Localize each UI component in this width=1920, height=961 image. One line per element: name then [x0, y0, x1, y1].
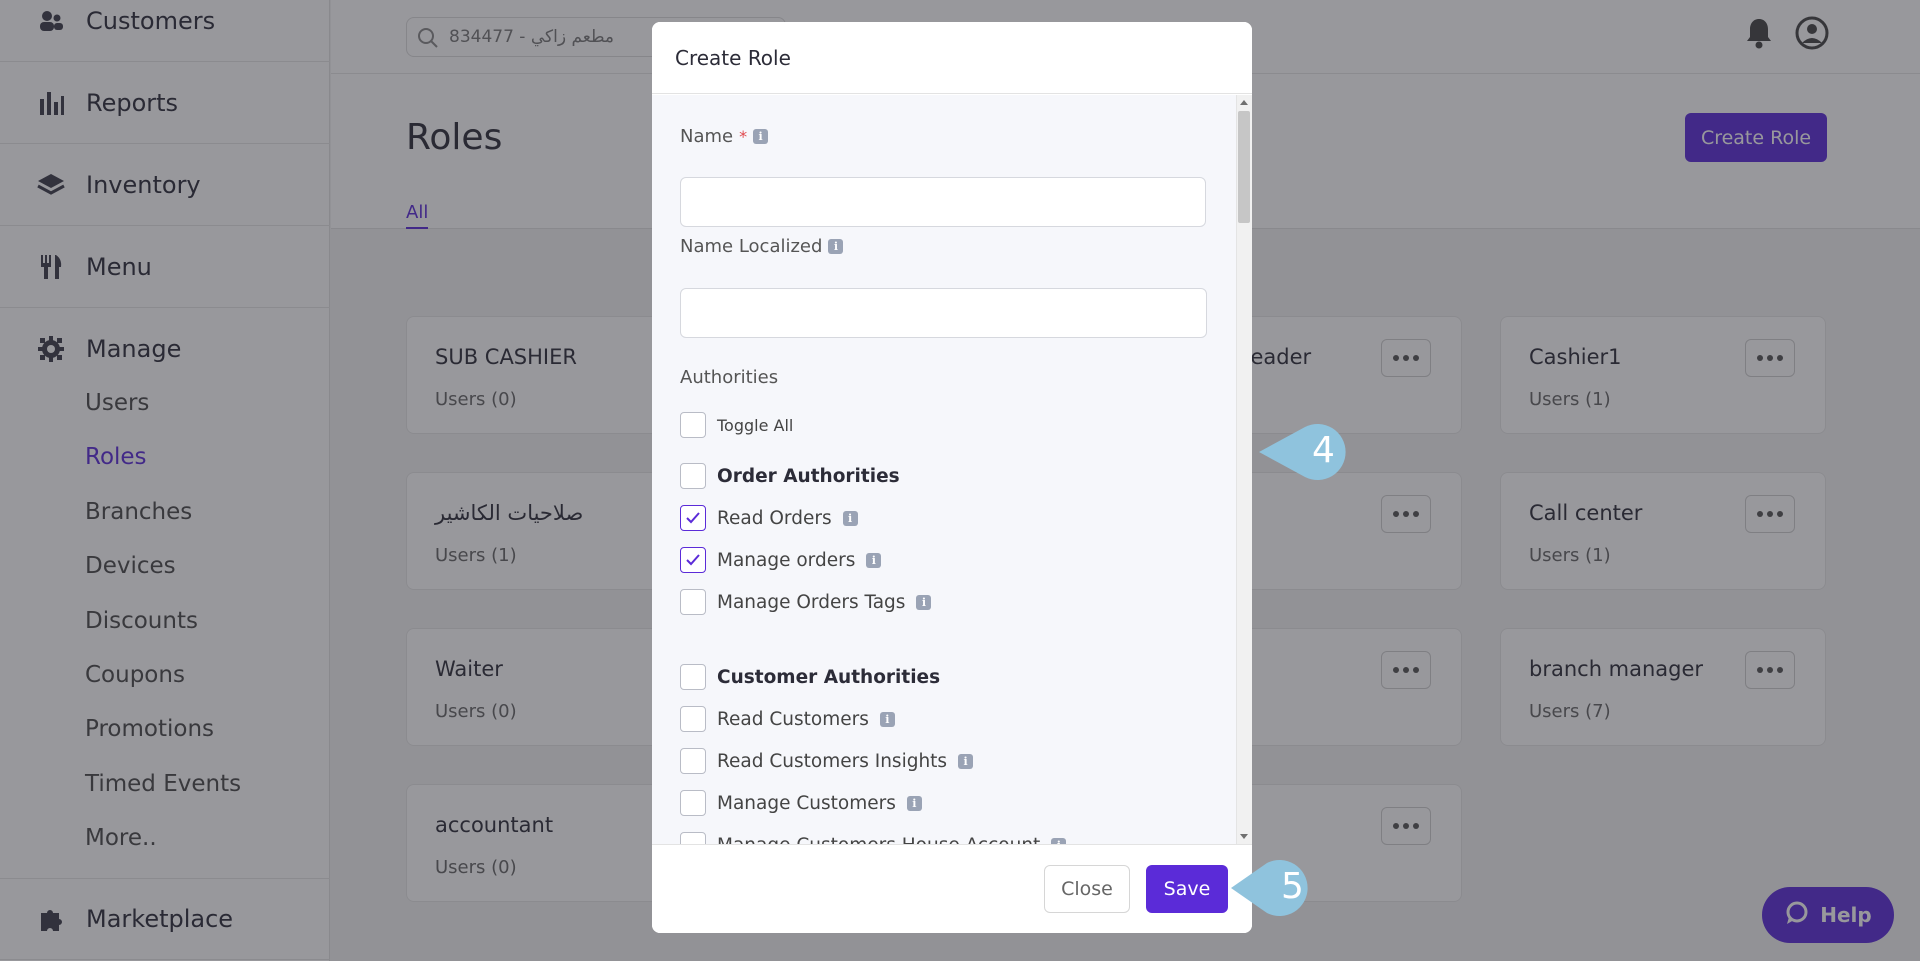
read-orders-checkbox[interactable] — [680, 505, 706, 531]
save-button[interactable]: Save — [1146, 865, 1228, 913]
manage-customers-label: Manage Customers — [717, 792, 896, 814]
read-orders-row[interactable]: Read Orders i — [680, 505, 858, 531]
toggle-all-checkbox[interactable] — [680, 412, 706, 438]
dialog-header: Create Role — [652, 22, 1252, 94]
order-authorities-checkbox[interactable] — [680, 463, 706, 489]
manage-orders-tags-row[interactable]: Manage Orders Tags i — [680, 589, 932, 615]
manage-orders-tags-checkbox[interactable] — [680, 589, 706, 615]
read-customers-label: Read Customers — [717, 708, 869, 730]
checkmark-icon — [686, 554, 700, 566]
name-localized-label-text: Name Localized — [680, 236, 823, 257]
dialog-body: Name * i Name Localized i Authorities To… — [652, 95, 1252, 844]
manage-orders-tags-label: Manage Orders Tags — [717, 591, 906, 613]
required-marker: * — [739, 127, 748, 146]
authorities-label: Authorities — [680, 367, 779, 388]
toggle-all-label: Toggle All — [717, 415, 794, 435]
dialog-footer: Close Save — [652, 844, 1252, 933]
manage-customers-row[interactable]: Manage Customers i — [680, 790, 922, 816]
name-localized-input[interactable] — [680, 288, 1207, 338]
customer-authorities-label: Customer Authorities — [717, 666, 941, 688]
customer-authorities-checkbox[interactable] — [680, 664, 706, 690]
toggle-all-row[interactable]: Toggle All — [680, 412, 793, 438]
name-input[interactable] — [680, 177, 1206, 227]
read-customers-checkbox[interactable] — [680, 706, 706, 732]
close-button[interactable]: Close — [1044, 865, 1130, 913]
step-number: 4 — [1312, 430, 1335, 471]
scroll-up-arrow-icon[interactable] — [1240, 100, 1248, 105]
scrollbar-thumb[interactable] — [1238, 111, 1250, 223]
info-icon[interactable]: i — [753, 129, 769, 144]
step-marker-5: 5 — [1229, 857, 1325, 919]
manage-orders-row[interactable]: Manage orders i — [680, 547, 882, 573]
order-authorities-row[interactable]: Order Authorities — [680, 463, 900, 489]
scroll-down-arrow-icon[interactable] — [1240, 834, 1248, 839]
read-customers-row[interactable]: Read Customers i — [680, 706, 895, 732]
callout-arrow-icon — [1231, 860, 1308, 916]
manage-orders-checkbox[interactable] — [680, 547, 706, 573]
info-icon[interactable]: i — [842, 510, 858, 526]
callout-arrow-icon — [1259, 424, 1346, 480]
name-field-label: Name * i — [680, 126, 769, 147]
step-marker-4: 4 — [1257, 421, 1353, 483]
checkmark-icon — [686, 512, 700, 524]
step-number: 5 — [1281, 866, 1304, 907]
manage-customers-house-account-label: Manage Customers House Account — [717, 835, 1040, 845]
info-icon[interactable]: i — [866, 552, 882, 568]
read-customers-insights-label: Read Customers Insights — [717, 750, 948, 772]
create-role-dialog: Create Role Name * i Name Localized i Au… — [652, 22, 1252, 933]
name-localized-field-label: Name Localized i — [680, 236, 844, 257]
customer-authorities-row[interactable]: Customer Authorities — [680, 664, 940, 690]
info-icon[interactable]: i — [916, 594, 932, 610]
read-customers-insights-checkbox[interactable] — [680, 748, 706, 774]
scrollbar[interactable] — [1236, 95, 1252, 844]
manage-customers-checkbox[interactable] — [680, 790, 706, 816]
read-orders-label: Read Orders — [717, 507, 832, 529]
read-customers-insights-row[interactable]: Read Customers Insights i — [680, 748, 974, 774]
info-icon[interactable]: i — [828, 239, 844, 254]
dialog-title: Create Role — [675, 46, 791, 70]
manage-customers-house-account-checkbox[interactable] — [680, 832, 706, 844]
manage-customers-house-account-row[interactable]: Manage Customers House Account i — [680, 832, 1067, 845]
info-icon[interactable]: i — [879, 711, 895, 727]
info-icon[interactable]: i — [906, 795, 922, 811]
info-icon[interactable]: i — [958, 753, 974, 769]
name-label-text: Name — [680, 126, 734, 147]
manage-orders-label: Manage orders — [717, 549, 856, 571]
order-authorities-label: Order Authorities — [717, 465, 900, 487]
